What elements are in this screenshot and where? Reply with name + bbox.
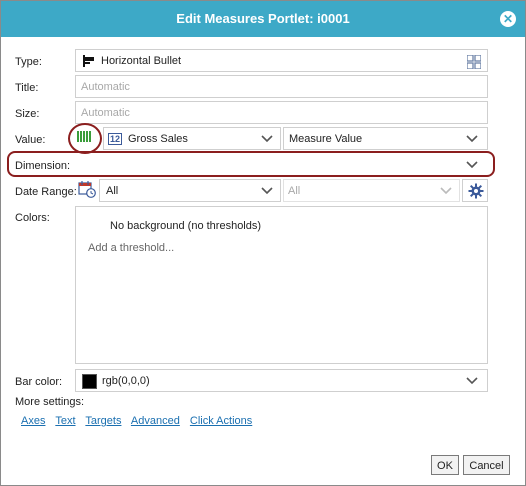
axes-link[interactable]: Axes (21, 415, 45, 427)
date-range-value-secondary: All (288, 185, 301, 197)
horizontal-bullet-icon (83, 55, 95, 67)
bar-color-label: Bar color: (15, 376, 63, 388)
type-value: Horizontal Bullet (101, 55, 182, 67)
colors-panel: No background (no thresholds) Add a thre… (75, 206, 488, 364)
date-range-label: Date Range: (15, 186, 77, 198)
text-link[interactable]: Text (55, 415, 75, 427)
title-placeholder: Automatic (81, 81, 130, 93)
size-label: Size: (15, 108, 40, 120)
color-swatch (82, 374, 97, 389)
chevron-down-icon[interactable] (465, 373, 479, 387)
date-range-settings-button[interactable] (462, 179, 488, 202)
add-threshold-link[interactable]: Add a threshold... (88, 242, 174, 254)
gear-icon (468, 183, 484, 199)
date-range-select-secondary: All (283, 179, 460, 202)
bar-color-select[interactable]: rgb(0,0,0) (75, 369, 488, 392)
size-input[interactable]: Automatic (75, 101, 488, 124)
close-icon[interactable]: ✕ (500, 11, 516, 27)
edit-measures-dialog: Edit Measures Portlet: i0001 ✕ Type: Hor… (0, 0, 526, 486)
value-measure: Gross Sales (128, 133, 188, 145)
colors-label: Colors: (15, 212, 50, 224)
value-kind-select[interactable]: Measure Value (283, 127, 488, 150)
no-background-item[interactable]: No background (no thresholds) (110, 220, 261, 232)
chevron-down-icon[interactable] (465, 157, 479, 171)
chevron-down-icon (439, 183, 453, 197)
numeric-icon: 12 (108, 133, 123, 145)
title-input[interactable]: Automatic (75, 75, 488, 98)
more-settings-label: More settings: (15, 396, 85, 408)
bar-color-value: rgb(0,0,0) (102, 375, 150, 387)
type-label: Type: (15, 56, 42, 68)
calendar-clock-icon[interactable] (78, 180, 96, 198)
size-placeholder: Automatic (81, 107, 130, 119)
dialog-titlebar[interactable]: Edit Measures Portlet: i0001 ✕ (1, 1, 525, 37)
ok-button[interactable]: OK (431, 455, 459, 475)
grid-icon[interactable] (466, 54, 482, 70)
value-label: Value: (15, 134, 46, 146)
click-actions-link[interactable]: Click Actions (190, 415, 252, 427)
bar-chart-icon[interactable] (77, 131, 91, 142)
value-measure-select[interactable]: 12 Gross Sales (103, 127, 281, 150)
dimension-select[interactable] (75, 154, 488, 173)
advanced-link[interactable]: Advanced (131, 415, 180, 427)
date-range-select[interactable]: All (99, 179, 281, 202)
targets-link[interactable]: Targets (85, 415, 121, 427)
more-settings-links: Axes Text Targets Advanced Click Actions (21, 415, 259, 427)
type-select[interactable]: Horizontal Bullet (75, 49, 488, 72)
dialog-title: Edit Measures Portlet: i0001 (176, 11, 350, 26)
chevron-down-icon[interactable] (465, 131, 479, 145)
chevron-down-icon[interactable] (260, 131, 274, 145)
dimension-label: Dimension: (15, 160, 71, 172)
value-kind: Measure Value (289, 133, 363, 145)
chevron-down-icon[interactable] (260, 183, 274, 197)
cancel-button[interactable]: Cancel (463, 455, 510, 475)
title-label: Title: (15, 82, 39, 94)
date-range-value: All (106, 185, 119, 197)
